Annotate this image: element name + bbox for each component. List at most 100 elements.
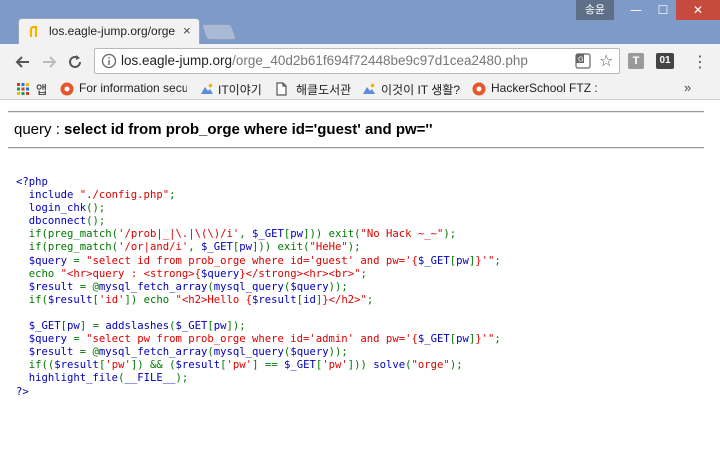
code-token: ]);	[226, 320, 246, 333]
code-token: }'"	[475, 254, 495, 267]
orange-circle-icon	[60, 82, 74, 96]
horizontal-rule	[8, 111, 704, 113]
code-token: );	[443, 228, 457, 241]
bookmark-hacker-library[interactable]: 해클도서관	[296, 81, 351, 98]
window-titlebar: 송윤 — ☐ ✕ los.eagle-jump.org/orge ×	[0, 0, 720, 44]
code-token: "select id from prob_orge where id='gues…	[86, 254, 418, 267]
bookmarks-bar: 앱 For information secu IT이야기 해클도서관 이것이 I…	[0, 78, 720, 100]
minimize-button[interactable]: —	[622, 0, 650, 20]
horizontal-rule	[8, 147, 704, 149]
code-token: ));	[328, 346, 348, 359]
code-line: dbconnect();	[16, 215, 501, 228]
address-bar[interactable]: los.eagle-jump.org/orge_40d2b61f694f7244…	[94, 48, 620, 74]
url-host: los.eagle-jump.org	[121, 53, 233, 68]
code-token: $_GET	[417, 254, 450, 267]
code-token: $query	[200, 267, 240, 280]
address-url[interactable]: los.eagle-jump.org/orge_40d2b61f694f7244…	[121, 53, 528, 68]
code-token: ])) exit(	[303, 228, 361, 241]
code-token: ;	[494, 333, 501, 346]
code-token: $result	[47, 293, 93, 306]
code-token: highlight_file	[16, 372, 119, 385]
code-token: "./config.php"	[79, 189, 170, 202]
translate-icon[interactable]: G	[575, 53, 591, 69]
code-line: if(preg_match('/or|and/i', $_GET[pw])) e…	[16, 241, 501, 254]
close-window-button[interactable]: ✕	[676, 0, 720, 20]
code-token: __FILE__	[124, 372, 176, 385]
code-token: $query	[16, 333, 74, 346]
code-token: "select pw from prob_orge where id='admi…	[86, 333, 418, 346]
code-token: $_GET	[201, 241, 233, 254]
bookmark-for-information[interactable]: For information secu	[79, 81, 187, 95]
browser-menu-icon[interactable]: ⋮	[692, 52, 708, 72]
code-token: pw	[239, 241, 253, 254]
code-token: ));	[328, 280, 348, 293]
bookmark-apps[interactable]: 앱	[36, 81, 47, 98]
code-token: ();	[86, 202, 106, 215]
code-line: if(($result['pw']) && ($result['pw'] == …	[16, 359, 501, 372]
code-token: $result	[175, 359, 221, 372]
code-line: $query = "select pw from prob_orge where…	[16, 333, 501, 346]
page-icon	[276, 82, 287, 96]
code-token: id	[303, 293, 316, 306]
bookmark-hackerschool-ftz[interactable]: HackerSchool FTZ : L	[491, 81, 601, 95]
browser-tab[interactable]: los.eagle-jump.org/orge ×	[18, 18, 200, 44]
code-token: 'pw'	[322, 359, 348, 372]
maximize-button[interactable]: ☐	[650, 0, 676, 20]
code-token: 'pw'	[105, 359, 131, 372]
code-token: '/prob|_|\.|\(\)/i'	[118, 228, 240, 241]
code-token: =	[73, 254, 87, 267]
url-path: /orge_40d2b61f694f72448be9c97d1cea2480.p…	[232, 53, 528, 68]
tab-title: los.eagle-jump.org/orge	[49, 24, 176, 38]
code-token: $query	[290, 346, 329, 359]
tab-close-icon[interactable]: ×	[183, 23, 191, 38]
code-line: include "./config.php";	[16, 189, 501, 202]
code-line: $result = @mysql_fetch_array(mysql_query…	[16, 346, 501, 359]
code-token: $_GET	[417, 333, 450, 346]
code-token: = @	[79, 346, 99, 359]
extension-t-icon[interactable]: T	[628, 53, 644, 69]
code-token: include	[16, 189, 80, 202]
orange-circle-icon	[472, 82, 486, 96]
bookmark-it-story[interactable]: IT이야기	[218, 81, 262, 98]
code-token: );	[175, 372, 189, 385]
code-token: ]) && (	[130, 359, 176, 372]
code-token: $_GET	[283, 359, 316, 372]
window-user-badge[interactable]: 송윤	[576, 0, 614, 20]
code-token: "<h2>Hello {	[175, 293, 253, 306]
code-token: dbconnect	[16, 215, 87, 228]
new-tab-button[interactable]	[201, 24, 237, 40]
code-line: $result = @mysql_fetch_array(mysql_query…	[16, 281, 501, 294]
extension-01-icon[interactable]: 01	[656, 53, 674, 69]
code-line: $query = "select id from prob_orge where…	[16, 255, 501, 268]
code-token: $result	[16, 280, 80, 293]
code-token: echo	[16, 267, 61, 280]
forward-arrow-icon[interactable]	[40, 53, 58, 71]
bookmark-it-life[interactable]: 이것이 IT 생활?	[381, 81, 460, 98]
code-token: 'id'	[98, 293, 125, 306]
apps-grid-icon[interactable]	[16, 82, 30, 96]
bookmark-star-icon[interactable]: ☆	[599, 51, 613, 71]
code-token: ,	[239, 228, 253, 241]
code-token: $query	[290, 280, 329, 293]
code-token: mysql_fetch_array	[98, 346, 208, 359]
code-token: }</strong><hr><br>"	[239, 267, 361, 280]
code-token: "orge"	[411, 359, 450, 372]
bookmarks-more-icon[interactable]: »	[684, 80, 691, 95]
code-token: $_GET	[16, 320, 61, 333]
code-token: }</h2>"	[322, 293, 367, 306]
mountain-icon	[201, 83, 213, 94]
code-token: "No Hack ~_~"	[360, 228, 444, 241]
query-text: select id from prob_orge where id='guest…	[64, 121, 433, 138]
code-token: "HeHe"	[309, 241, 348, 254]
page-info-icon[interactable]	[101, 53, 117, 69]
query-prefix: query :	[14, 121, 65, 138]
code-token: pw	[290, 228, 304, 241]
reload-icon[interactable]	[66, 53, 84, 71]
code-token: if((	[16, 359, 55, 372]
code-token: ?>	[16, 385, 29, 398]
code-token: ])) exit(	[252, 241, 310, 254]
code-token: solve	[373, 359, 406, 372]
code-token: =	[73, 333, 87, 346]
back-arrow-icon[interactable]	[14, 53, 32, 71]
code-token: ]) echo	[124, 293, 176, 306]
